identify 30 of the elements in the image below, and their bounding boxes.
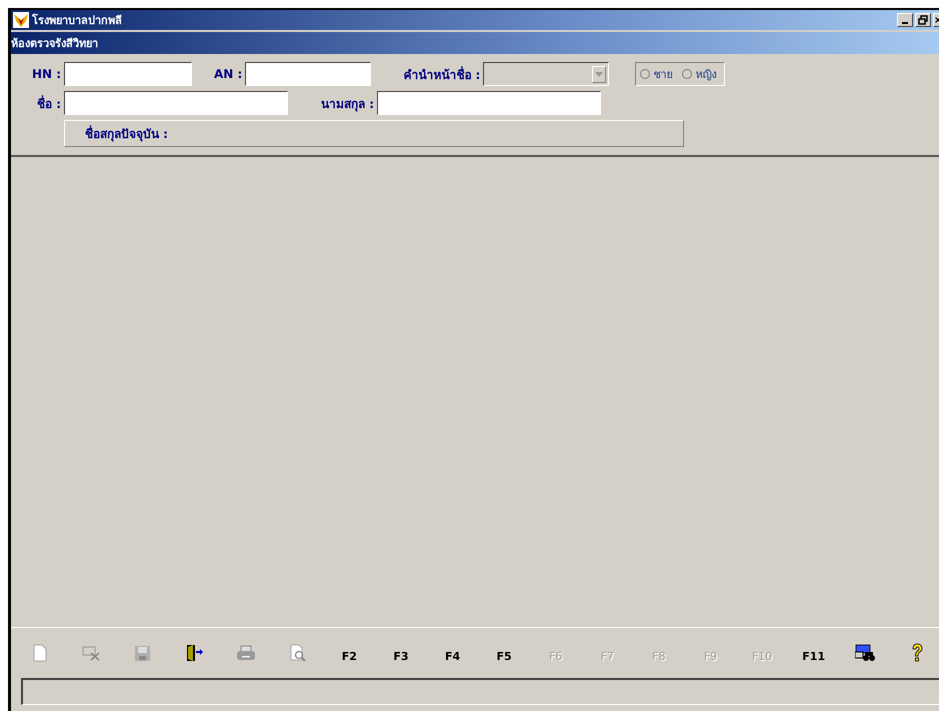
minimize-button[interactable] <box>897 13 913 27</box>
restore-icon <box>918 15 928 25</box>
printer-icon <box>236 645 256 661</box>
field-label: ชื่อ : <box>36 94 61 112</box>
function-key-button[interactable]: F4 <box>426 638 478 668</box>
field-label: AN : <box>214 67 242 81</box>
field-label: นามสกุล : <box>320 96 374 112</box>
function-key-button[interactable]: F2 <box>324 638 376 668</box>
gender-radio[interactable]: ชาย <box>640 65 672 83</box>
hn-field[interactable] <box>64 62 192 86</box>
field-label: ชื่อสกุลปัจจุบัน : <box>85 124 168 143</box>
scissors-icon <box>82 645 100 661</box>
restore-button[interactable] <box>915 13 931 27</box>
exit-door-icon <box>186 644 204 662</box>
field-label: คำนำหน้าชื่อ : <box>403 65 480 84</box>
gender-radio[interactable]: หญิง <box>682 65 716 83</box>
first-name-field[interactable] <box>64 91 288 115</box>
emblem-icon <box>13 12 29 28</box>
an-field[interactable] <box>245 62 372 86</box>
function-key-button[interactable]: F5 <box>478 638 530 668</box>
field-label: HN : <box>30 67 61 81</box>
minimize-icon <box>902 22 908 24</box>
window-title: โรงพยาบาลปากพลี <box>32 12 122 29</box>
last-name-field[interactable] <box>377 91 601 115</box>
blank-page-icon <box>32 644 48 662</box>
form-title: ห้องตรวจรังสีวิทยา <box>11 36 98 52</box>
function-key-button[interactable]: F3 <box>375 638 427 668</box>
function-key-button[interactable]: F11 <box>788 638 840 668</box>
help-icon <box>910 643 924 663</box>
print-preview-icon <box>288 644 307 662</box>
